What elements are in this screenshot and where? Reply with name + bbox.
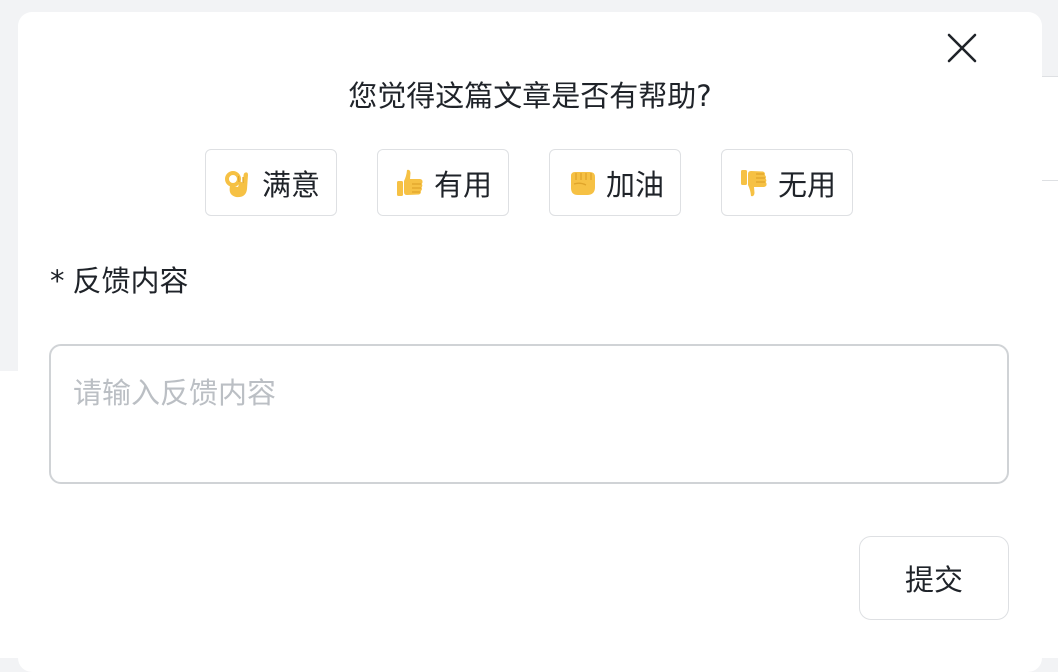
choice-satisfied-button[interactable]: 满意 <box>205 149 337 216</box>
feedback-label-text: 反馈内容 <box>72 264 189 298</box>
thumbs-up-icon <box>396 169 423 196</box>
choice-useful-button[interactable]: 有用 <box>377 149 509 216</box>
thumbs-down-icon <box>740 169 767 196</box>
fist-icon <box>570 171 595 195</box>
required-mark: * <box>50 264 65 298</box>
background-divider <box>1042 180 1058 181</box>
close-icon[interactable] <box>947 33 977 63</box>
background-panel <box>1042 76 1058 371</box>
choice-label: 加油 <box>605 167 664 202</box>
feedback-input[interactable] <box>49 344 1009 484</box>
choice-cheer-button[interactable]: 加油 <box>549 149 681 216</box>
background-divider <box>1042 76 1058 77</box>
dialog-question: 您觉得这篇文章是否有帮助? <box>348 79 712 113</box>
choice-label: 无用 <box>777 167 836 202</box>
feedback-dialog: 您觉得这篇文章是否有帮助? 满意 有用 加油 无用 * 反馈内容 请输入反馈内容… <box>18 12 1042 672</box>
choice-label: 有用 <box>433 167 492 202</box>
close-button[interactable] <box>944 30 980 66</box>
ok-hand-icon <box>224 170 248 197</box>
submit-button[interactable]: 提交 <box>859 536 1009 620</box>
choice-label: 满意 <box>261 167 320 202</box>
feedback-label: * 反馈内容 <box>50 261 189 301</box>
choice-useless-button[interactable]: 无用 <box>721 149 853 216</box>
